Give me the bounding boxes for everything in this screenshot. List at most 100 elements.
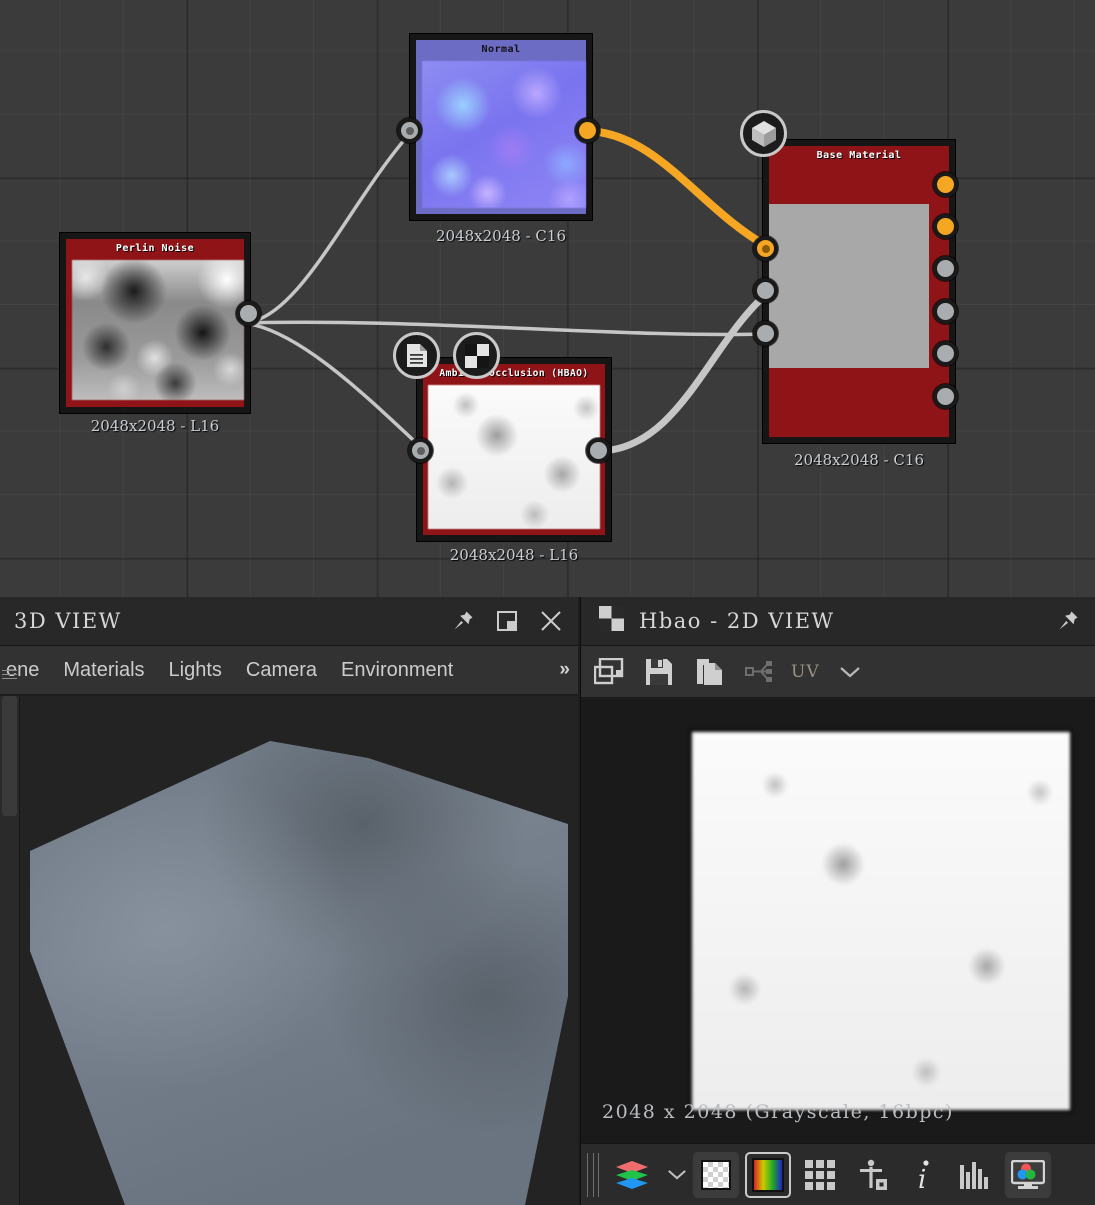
transparency-icon [701,1159,731,1190]
node-preview-normal [422,61,586,208]
rail-grip-lines [2,667,17,681]
pin-button-3d[interactable] [444,602,482,640]
socket-base-input-2[interactable] [753,278,778,303]
close-button-3d[interactable] [532,602,570,640]
scale-reference-button[interactable] [849,1152,895,1198]
graph-link-button[interactable] [741,654,777,690]
pin-icon [454,611,473,630]
node-base-material[interactable]: Base Material 2048x2048 - C16 [753,140,958,469]
node-normal[interactable]: Normal 2048x2048 - C16 [397,34,600,245]
color-channels-button[interactable] [745,1151,791,1198]
node-subtitle: 2048x2048 - L16 [90,417,220,435]
save-button[interactable] [641,654,677,690]
tiling-button[interactable] [797,1152,843,1198]
node-graph-canvas[interactable]: Perlin Noise 2048x2048 - L16 Normal 2048… [0,0,1095,597]
menu-bar-3d[interactable]: ene Materials Lights Camera Environment … [0,646,578,695]
node-perlin-noise[interactable]: Perlin Noise 2048x2048 - L16 [60,233,261,435]
toolbar-2d[interactable]: UV [581,646,1095,698]
cube-icon [751,120,776,147]
checkerboard-icon [599,606,624,631]
menu-item-camera[interactable]: Camera [234,659,329,682]
panel-2d-titlebar: Hbao - 2D VIEW [581,597,1095,646]
panel-3d-title: 3D VIEW [14,609,122,633]
resolution-label: 2048 x 2048 (Grayscale, 16bpc) [602,1101,954,1123]
close-icon [541,611,561,631]
info-icon: i [918,1159,929,1191]
panel-2d-title: Hbao - 2D VIEW [639,609,835,633]
transparency-button[interactable] [693,1151,739,1198]
node-title: Normal [481,44,521,55]
uv-label[interactable]: UV [791,662,820,682]
socket-base-output-5[interactable] [933,341,958,366]
panel-2d-title-icon [599,606,624,636]
node-preview-ao [428,385,600,529]
viewport-3d[interactable] [20,696,578,1205]
menu-overflow-button[interactable]: » [559,659,570,681]
duplicate-view-button[interactable] [591,654,627,690]
terrain-mesh [20,696,578,1205]
restore-button-3d[interactable] [488,602,526,640]
socket-base-output-6[interactable] [933,384,958,409]
document-badge[interactable] [393,332,440,379]
panel-3d-title-buttons [444,602,570,640]
chevron-down-icon [668,1170,686,1180]
cube-badge[interactable] [740,110,787,157]
save-icon [646,658,672,685]
node-title: Base Material [816,150,902,161]
rail-handle[interactable] [2,696,17,816]
socket-base-output-1[interactable] [933,172,958,197]
chevron-down-icon [839,666,860,677]
menu-item-materials[interactable]: Materials [51,659,156,682]
panel-3d-view[interactable]: 3D VIEW ene Materials Lights Camera Envi… [0,597,578,1205]
layers-icon [616,1160,648,1189]
checker-badge[interactable] [453,332,500,379]
color-picker-icon [1011,1159,1045,1189]
socket-base-input-1[interactable] [753,236,778,261]
copy-icon [696,658,722,685]
menu-item-lights[interactable]: Lights [157,659,234,682]
uv-dropdown-button[interactable] [834,665,866,679]
document-icon [406,344,427,367]
node-ambient-occlusion[interactable]: Ambient Occlusion (HBAO) 2048x2048 - L16 [408,358,611,564]
socket-base-input-3[interactable] [753,321,778,346]
node-preview-perlin [72,260,244,400]
info-button[interactable]: i [901,1152,947,1198]
color-picker-button[interactable] [1005,1151,1051,1198]
socket-ao-input[interactable] [408,438,433,463]
menu-item-environment[interactable]: Environment [329,659,465,682]
scale-reference-icon [860,1159,887,1190]
socket-base-output-2[interactable] [933,214,958,239]
viewport-2d[interactable]: 2048 x 2048 (Grayscale, 16bpc) [581,699,1095,1143]
tiling-icon [805,1159,835,1190]
duplicate-view-icon [594,657,624,684]
histogram-icon [960,1161,988,1189]
socket-base-output-3[interactable] [933,256,958,281]
histogram-button[interactable] [953,1152,999,1198]
left-rail-3d[interactable] [0,670,20,1205]
node-title: Perlin Noise [115,243,195,254]
socket-ao-output[interactable] [586,438,611,463]
color-channels-icon [752,1157,784,1192]
restore-icon [497,611,517,631]
socket-perlin-output[interactable] [236,301,261,326]
socket-normal-input[interactable] [397,118,422,143]
pin-icon [1059,611,1078,630]
svg-text:i: i [918,1165,926,1191]
panel-2d-view[interactable]: Hbao - 2D VIEW UV 2048 x 2048 (Grayscale… [580,597,1095,1205]
layers-button[interactable] [609,1152,655,1198]
panel-3d-titlebar: 3D VIEW [0,597,578,646]
panel-2d-title-buttons [1049,602,1087,640]
statusbar-2d[interactable]: i [581,1143,1095,1205]
statusbar-grip[interactable] [587,1152,599,1197]
bottom-panels: 3D VIEW ene Materials Lights Camera Envi… [0,597,1095,1205]
node-preview-base [769,204,929,368]
layers-dropdown-button[interactable] [661,1168,693,1181]
texture-preview-2d[interactable] [689,729,1073,1113]
graph-link-icon [745,660,772,682]
copy-button[interactable] [691,654,727,690]
socket-normal-output[interactable] [575,118,600,143]
node-title: Ambient Occlusion (HBAO) [439,368,589,379]
socket-base-output-4[interactable] [933,299,958,324]
node-subtitle: 2048x2048 - C16 [436,227,566,245]
pin-button-2d[interactable] [1049,602,1087,640]
